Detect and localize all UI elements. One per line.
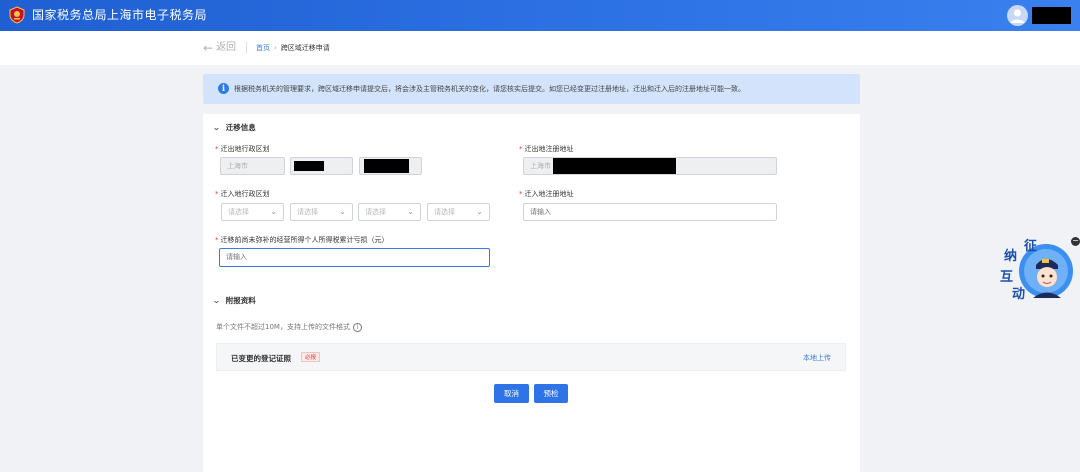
out-region-label: * 迁出地行政区划 bbox=[215, 144, 270, 154]
in-district-select[interactable]: 请选择 ⌄ bbox=[358, 203, 421, 221]
tax-emblem-icon bbox=[9, 6, 25, 24]
breadcrumb: 首页 › 跨区域迁移申请 bbox=[256, 43, 330, 53]
cancel-button[interactable]: 取消 bbox=[494, 384, 529, 403]
hint-text: 单个文件不超过10M，支持上传的文件格式 bbox=[216, 323, 350, 331]
back-button[interactable]: ← 返回 bbox=[203, 41, 236, 55]
label-text: 迁出地注册地址 bbox=[524, 145, 574, 153]
user-avatar[interactable] bbox=[1007, 5, 1028, 26]
required-mark: * bbox=[215, 145, 219, 153]
label-text: 迁入地行政区划 bbox=[220, 190, 270, 198]
widget-char: 互 bbox=[1000, 270, 1013, 285]
attachment-name: 已变更的登记证照 bbox=[231, 354, 291, 363]
required-mark: * bbox=[519, 145, 523, 153]
in-province-select[interactable]: 请选择 ⌄ bbox=[221, 203, 284, 221]
widget-char: 动 bbox=[1012, 287, 1025, 302]
sub-nav-bar bbox=[0, 31, 1080, 65]
info-icon[interactable]: i bbox=[352, 322, 362, 332]
attachment-row: 已变更的登记证照 必报 本地上传 bbox=[216, 343, 846, 371]
required-mark: * bbox=[215, 236, 219, 244]
site-title: 国家税务总局上海市电子税务局 bbox=[32, 8, 208, 22]
label-text: 迁入地注册地址 bbox=[524, 190, 574, 198]
redacted-value bbox=[364, 159, 409, 173]
section-attachments-header[interactable]: ⌄ 附报资料 bbox=[212, 295, 256, 306]
breadcrumb-home-link[interactable]: 首页 bbox=[256, 43, 270, 53]
loss-amount-input[interactable] bbox=[219, 248, 490, 267]
chevron-down-icon: ⌄ bbox=[212, 123, 221, 132]
top-bar: 国家税务总局上海市电子税务局 bbox=[0, 0, 1080, 31]
chevron-down-icon: ⌄ bbox=[270, 207, 277, 216]
select-placeholder: 请选择 bbox=[297, 208, 318, 216]
in-address-input[interactable] bbox=[523, 203, 777, 221]
redacted-value bbox=[294, 161, 324, 171]
out-province-field: 上海市 bbox=[220, 157, 285, 175]
notice-banner: i 根据税务机关的管理要求，跨区域迁移申请提交后，将会涉及主管税务机关的变化，请… bbox=[203, 74, 860, 104]
section-title: 迁移信息 bbox=[225, 123, 256, 132]
interaction-widget[interactable]: 征 纳 互 动 bbox=[996, 235, 1076, 305]
user-name-redacted[interactable] bbox=[1032, 7, 1071, 24]
label-text: 迁移前尚未弥补的经营所得个人所得税累计亏损（元） bbox=[220, 236, 389, 244]
local-upload-link[interactable]: 本地上传 bbox=[803, 353, 831, 363]
arrow-left-icon: ← bbox=[203, 41, 214, 55]
back-label: 返回 bbox=[216, 42, 237, 53]
widget-char: 纳 bbox=[1004, 248, 1017, 264]
notice-text: 根据税务机关的管理要求，跨区域迁移申请提交后，将会涉及主管税务机关的变化，请您核… bbox=[234, 85, 745, 93]
chevron-down-icon: ⌄ bbox=[212, 296, 221, 305]
widget-char: 征 bbox=[1024, 238, 1037, 254]
out-address-label: * 迁出地注册地址 bbox=[519, 144, 574, 154]
select-placeholder: 请选择 bbox=[228, 208, 249, 216]
in-address-label: * 迁入地注册地址 bbox=[519, 189, 574, 199]
chevron-down-icon: ⌄ bbox=[407, 207, 414, 216]
chevron-down-icon: ⌄ bbox=[476, 207, 483, 216]
label-text: 迁出地行政区划 bbox=[220, 145, 270, 153]
in-street-select[interactable]: 请选择 ⌄ bbox=[427, 203, 490, 221]
section-migration-header[interactable]: ⌄ 迁移信息 bbox=[212, 122, 256, 133]
precheck-button[interactable]: 预检 bbox=[534, 384, 568, 403]
section-title: 附报资料 bbox=[225, 296, 256, 305]
select-placeholder: 请选择 bbox=[434, 208, 455, 216]
redacted-value bbox=[553, 158, 676, 174]
loss-label: * 迁移前尚未弥补的经营所得个人所得税累计亏损（元） bbox=[215, 235, 389, 245]
select-placeholder: 请选择 bbox=[365, 208, 386, 216]
required-mark: * bbox=[215, 190, 219, 198]
breadcrumb-separator: › bbox=[274, 44, 277, 52]
close-icon[interactable]: − bbox=[1071, 237, 1080, 246]
in-city-select[interactable]: 请选择 ⌄ bbox=[290, 203, 353, 221]
required-badge: 必报 bbox=[301, 352, 321, 362]
chevron-down-icon: ⌄ bbox=[339, 207, 346, 216]
required-mark: * bbox=[519, 190, 523, 198]
breadcrumb-current: 跨区域迁移申请 bbox=[280, 44, 330, 52]
info-icon: i bbox=[218, 83, 229, 94]
divider bbox=[246, 42, 247, 53]
user-icon bbox=[1010, 9, 1025, 23]
upload-hint: 单个文件不超过10M，支持上传的文件格式 i bbox=[216, 322, 362, 332]
in-region-label: * 迁入地行政区划 bbox=[215, 189, 270, 199]
